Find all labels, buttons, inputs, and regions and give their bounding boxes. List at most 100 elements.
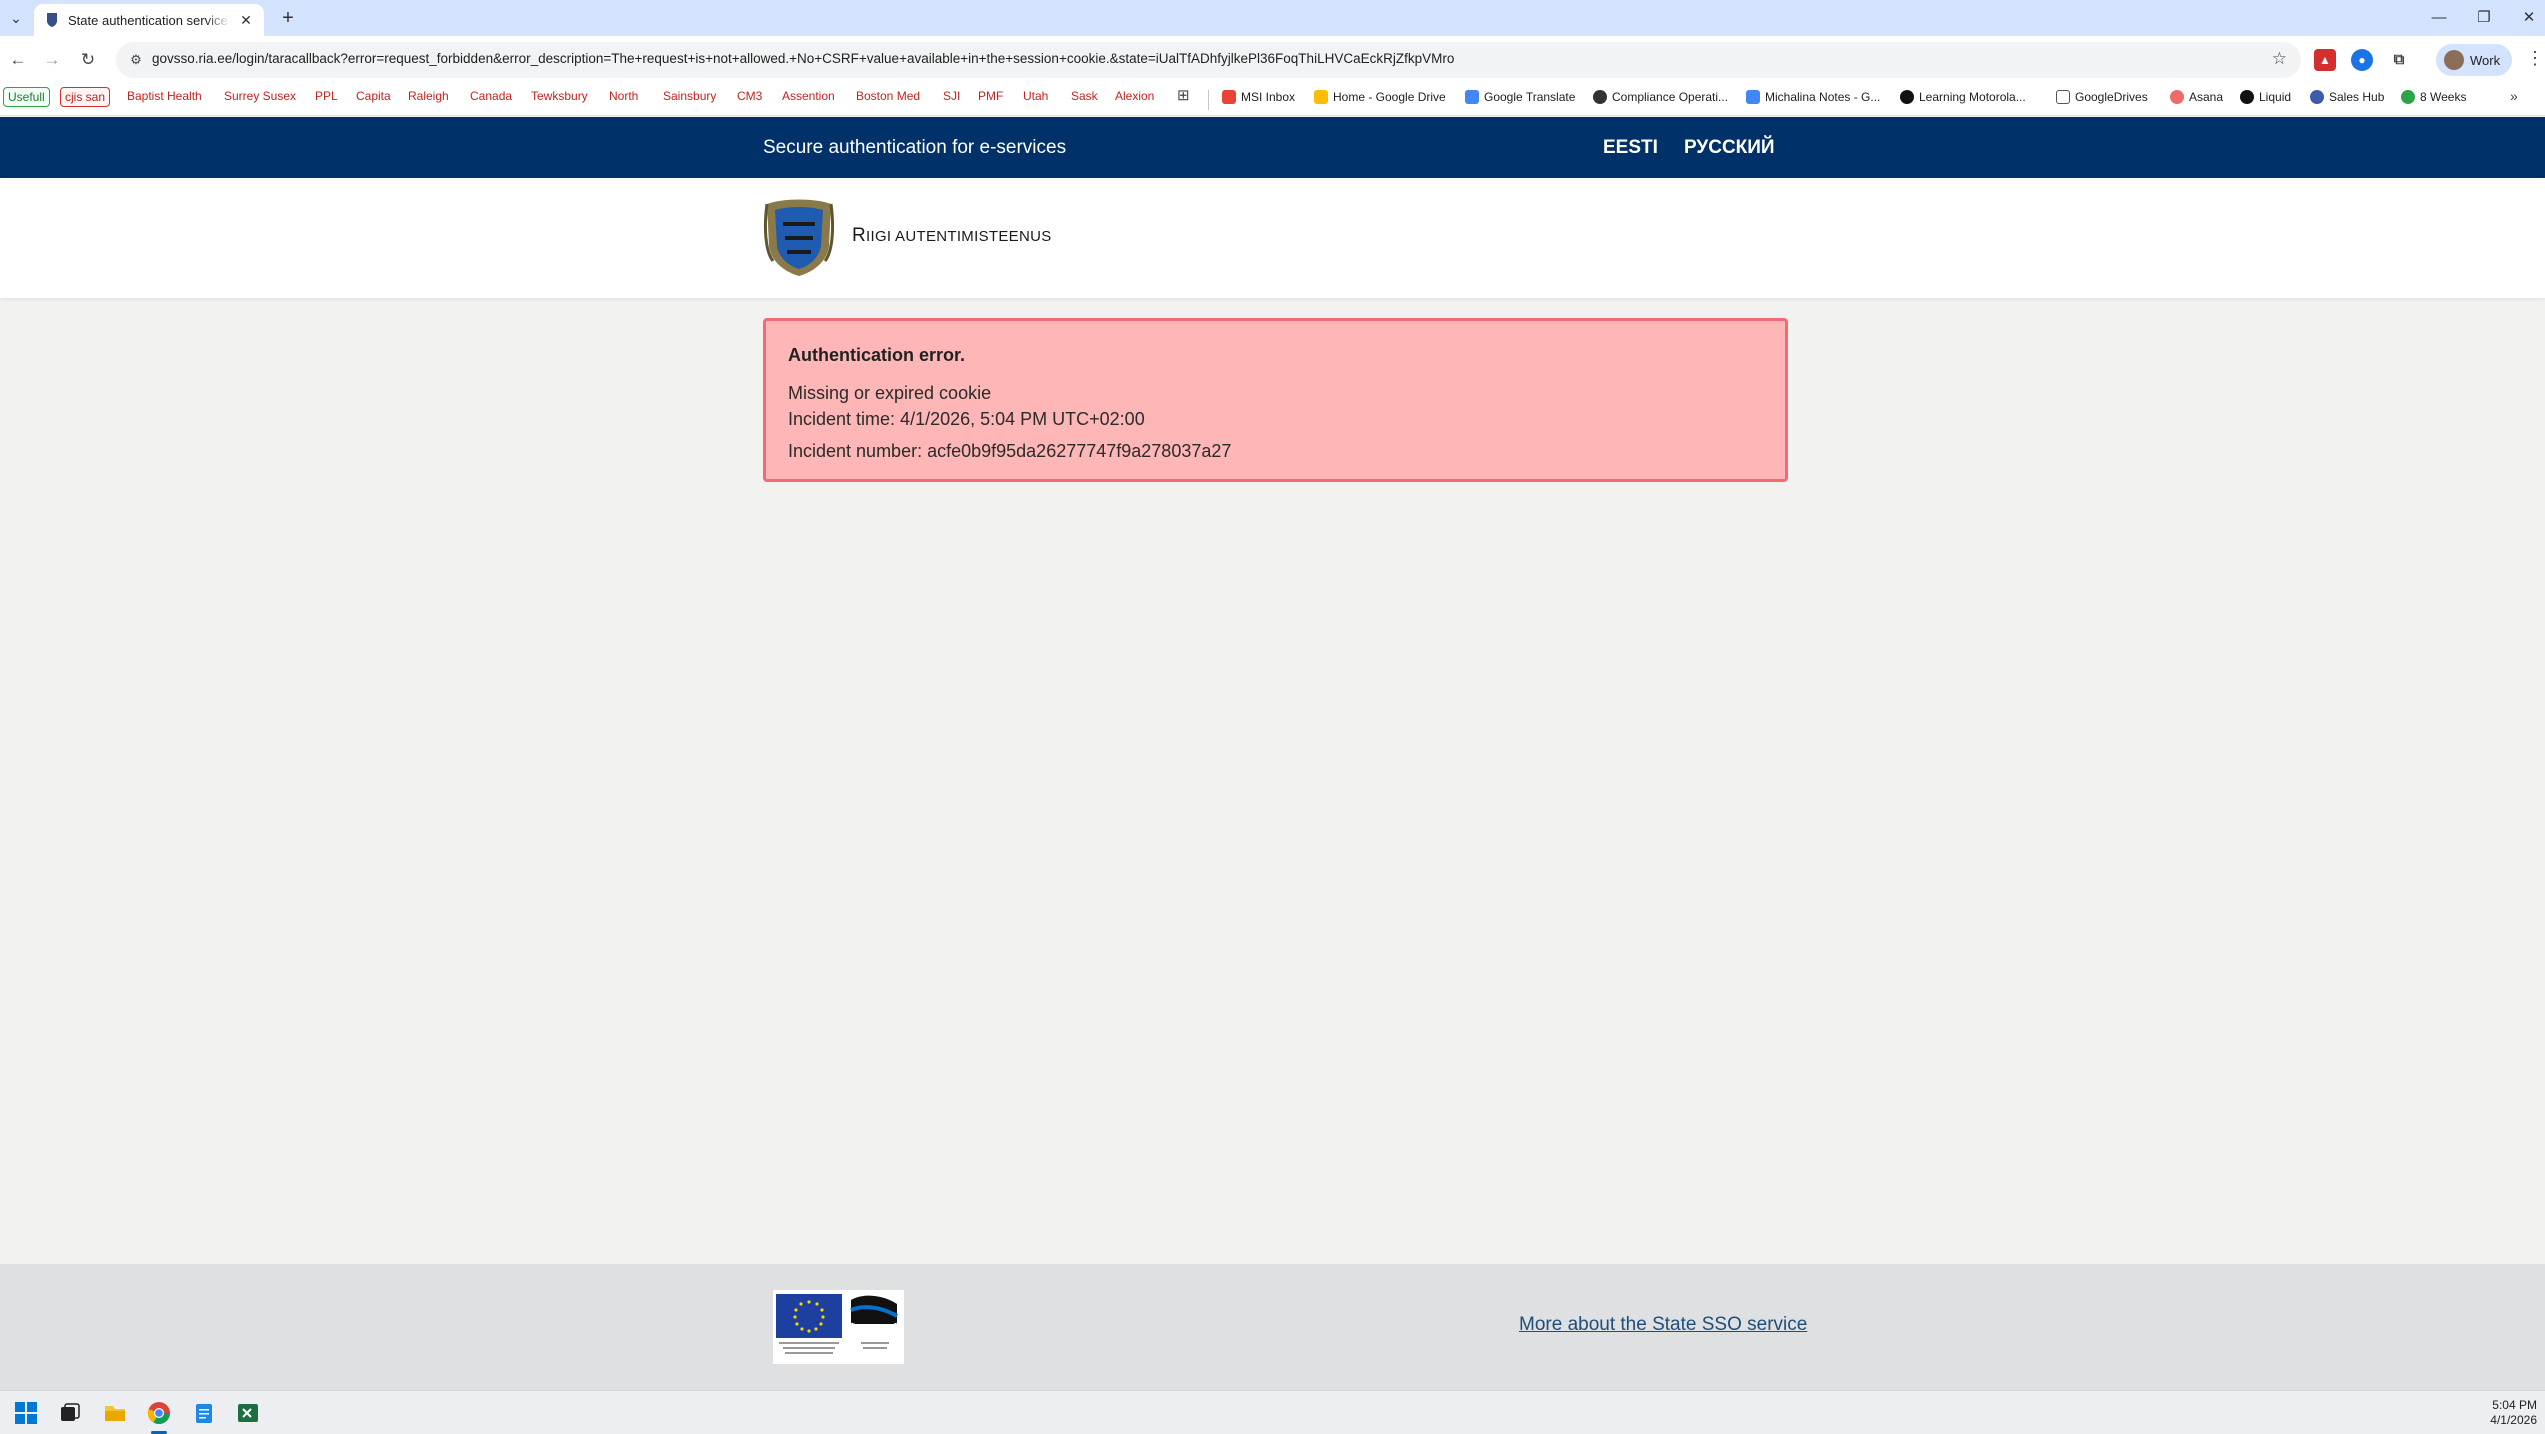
windows-taskbar: 5:04 PM 4/1/2026 [0, 1390, 2545, 1434]
more-bookmarks-icon[interactable]: » [2510, 87, 2518, 107]
translate-icon [1465, 90, 1479, 104]
compliance-icon [1593, 90, 1607, 104]
liquid-icon [2240, 90, 2254, 104]
bookmark-google-translate[interactable]: Google Translate [1465, 87, 1575, 107]
window-close-icon[interactable]: ✕ [2507, 4, 2545, 32]
back-icon[interactable]: ← [6, 48, 30, 72]
bookmark-baptist-health[interactable]: Baptist Health [127, 87, 202, 107]
system-clock[interactable]: 5:04 PM 4/1/2026 [2490, 1398, 2537, 1428]
bookmark-separator [1208, 90, 1209, 110]
brand-name-initial: R [852, 225, 867, 246]
url-text[interactable]: govsso.ria.ee/login/taracallback?error=r… [152, 51, 2252, 66]
gmail-icon [1222, 90, 1236, 104]
url-host: govsso.ria.ee [152, 51, 233, 66]
tab-close-icon[interactable]: ✕ [238, 12, 254, 29]
file-explorer-icon[interactable] [103, 1401, 127, 1425]
docs-icon [1746, 90, 1760, 104]
eu-regional-development-fund-logo [773, 1290, 904, 1364]
authentication-error-alert: Authentication error. Missing or expired… [763, 318, 1788, 482]
brand-bar: Riigi autentimisteenus [0, 178, 2545, 298]
bookmarks-bar: Usefull cjis san Baptist Health Surrey S… [0, 84, 2545, 116]
notepad-icon[interactable] [192, 1401, 216, 1425]
bookmark-north[interactable]: North [609, 87, 638, 107]
bookmark-usefull[interactable]: Usefull [3, 87, 50, 107]
restore-icon[interactable]: ❐ [2462, 4, 2506, 32]
task-view-icon[interactable] [58, 1401, 82, 1425]
site-footer: More about the State SSO service [0, 1264, 2545, 1390]
bookmark-alexion[interactable]: Alexion [1115, 87, 1154, 107]
bookmark-label: Google Translate [1484, 90, 1576, 104]
chrome-icon[interactable] [147, 1401, 171, 1425]
bookmark-label: Liquid [2259, 90, 2292, 104]
profile-button[interactable]: Work [2436, 44, 2512, 76]
bookmark-pmf[interactable]: PMF [978, 87, 1003, 107]
bookmark-tewksbury[interactable]: Tewksbury [531, 87, 588, 107]
bookmark-ppl[interactable]: PPL [315, 87, 338, 107]
new-tab-icon[interactable]: + [276, 6, 300, 30]
bookmark-label: Home - Google Drive [1333, 90, 1446, 104]
check-circle-icon [2401, 90, 2415, 104]
language-link-eesti[interactable]: EESTI [1603, 137, 1658, 159]
bookmark-star-icon[interactable]: ☆ [2272, 49, 2287, 69]
globe-extension-icon[interactable]: ● [2351, 49, 2373, 71]
site-info-icon[interactable]: ⚙ [126, 50, 146, 70]
bookmark-googledrives[interactable]: GoogleDrives [2056, 87, 2148, 107]
bookmark-label: 8 Weeks [2420, 90, 2467, 104]
tab-title: State authentication service - S [68, 12, 230, 28]
bookmark-label: Compliance Operati... [1612, 90, 1729, 104]
bookmark-michalina-notes[interactable]: Michalina Notes - G... [1746, 87, 1880, 107]
clock-time: 5:04 PM [2492, 1398, 2537, 1412]
browser-menu-icon[interactable]: ⋮ [2526, 48, 2544, 69]
bookmark-learning-motorola[interactable]: Learning Motorola... [1900, 87, 2026, 107]
extensions-puzzle-icon[interactable]: ⧉ [2388, 49, 2410, 71]
bookmark-surrey-susex[interactable]: Surrey Susex [224, 87, 296, 107]
motorola-icon [1900, 90, 1914, 104]
bookmark-sji[interactable]: SJI [943, 87, 960, 107]
bookmark-cm3[interactable]: CM3 [737, 87, 762, 107]
tab-search-icon[interactable]: ⌄ [6, 8, 26, 28]
incident-time: Incident time: 4/1/2026, 5:04 PM UTC+02:… [788, 409, 1145, 429]
bookmark-label: Sales Hub [2329, 90, 2385, 104]
bookmark-liquid[interactable]: Liquid [2240, 87, 2291, 107]
bookmark-label: Asana [2189, 90, 2224, 104]
tab-strip: ⌄ State authentication service - S ✕ + —… [0, 0, 2545, 36]
bookmark-asana[interactable]: Asana [2170, 87, 2223, 107]
pdf-extension-icon[interactable]: ▲ [2314, 49, 2336, 71]
reload-icon[interactable]: ↻ [76, 48, 100, 72]
excel-icon[interactable] [236, 1401, 260, 1425]
bookmark-label: Michalina Notes - G... [1765, 90, 1881, 104]
site-header: Secure authentication for e-services EES… [0, 117, 2545, 178]
apps-grid-icon[interactable]: ⊞ [1177, 87, 1190, 107]
bookmark-raleigh[interactable]: Raleigh [408, 87, 449, 107]
bookmark-assention[interactable]: Assention [782, 87, 835, 107]
bookmark-capita[interactable]: Capita [356, 87, 391, 107]
state-sso-info-link[interactable]: More about the State SSO service [1519, 1314, 1807, 1336]
bookmark-canada[interactable]: Canada [470, 87, 512, 107]
bookmark-8-weeks[interactable]: 8 Weeks [2401, 87, 2466, 107]
minimize-icon[interactable]: — [2417, 4, 2461, 32]
url-path: /login/taracallback?error=request_forbid… [232, 51, 1455, 66]
language-link-russian[interactable]: РУССКИЙ [1684, 137, 1775, 159]
bookmark-utah[interactable]: Utah [1023, 87, 1048, 107]
forward-icon[interactable]: → [40, 48, 64, 72]
coat-of-arms-favicon-icon [47, 13, 57, 27]
bookmark-home-google-drive[interactable]: Home - Google Drive [1314, 87, 1446, 107]
error-message: Missing or expired cookie [788, 383, 992, 403]
google-drive-icon [1314, 90, 1328, 104]
profile-label: Work [2470, 52, 2501, 68]
bookmark-label: GoogleDrives [2075, 90, 2148, 104]
browser-toolbar: ← → ↻ ⚙ govsso.ria.ee/login/taracallback… [0, 36, 2545, 84]
bookmark-boston-med[interactable]: Boston Med [856, 87, 920, 107]
bookmark-sask[interactable]: Sask [1071, 87, 1098, 107]
brand-name: Riigi autentimisteenus [852, 225, 1052, 247]
bookmark-msi-inbox[interactable]: MSI Inbox [1222, 87, 1295, 107]
estonian-coat-of-arms-icon [763, 199, 835, 276]
windows-start-icon[interactable] [14, 1401, 38, 1425]
bookmark-cjis-san[interactable]: cjis san [60, 87, 111, 107]
active-tab[interactable]: State authentication service - S ✕ [34, 4, 264, 36]
bookmark-sales-hub[interactable]: Sales Hub [2310, 87, 2384, 107]
address-bar[interactable]: ⚙ govsso.ria.ee/login/taracallback?error… [116, 42, 2301, 78]
bookmark-compliance[interactable]: Compliance Operati... [1593, 87, 1728, 107]
bookmark-label: MSI Inbox [1241, 90, 1296, 104]
bookmark-sainsbury[interactable]: Sainsbury [663, 87, 716, 107]
